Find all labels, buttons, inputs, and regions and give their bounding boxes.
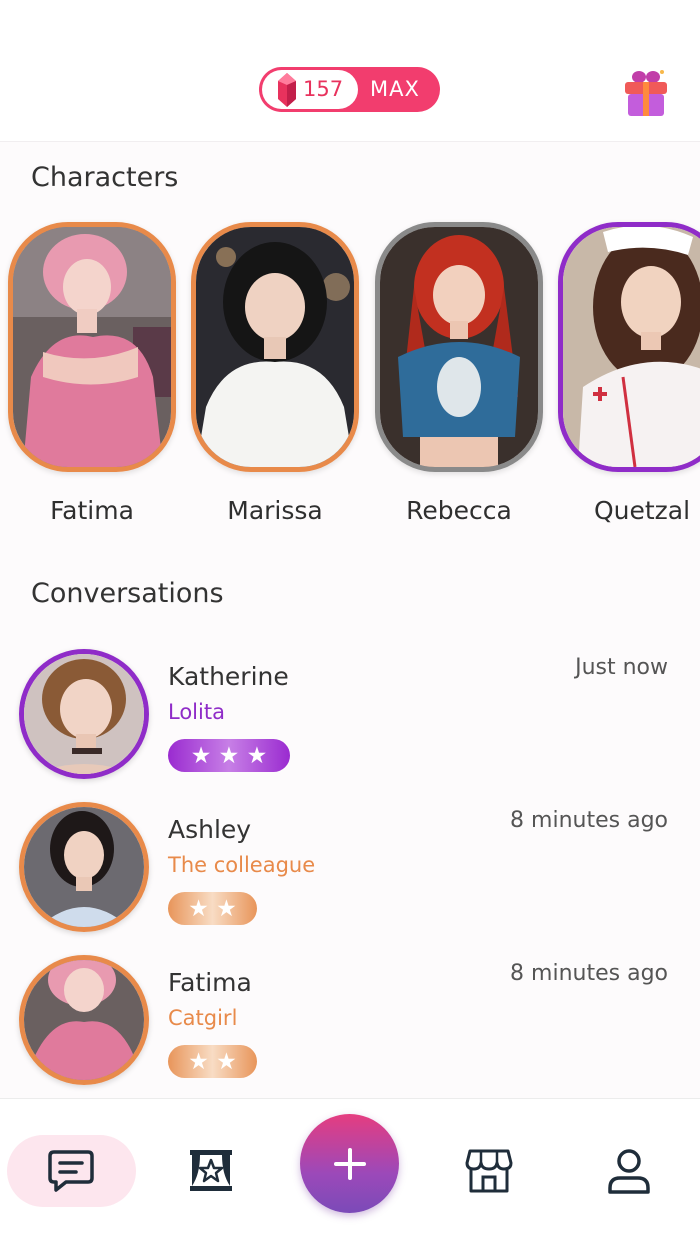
conversation-time: 8 minutes ago (510, 961, 668, 986)
plus-icon (333, 1147, 366, 1180)
conversation-name: Fatima (168, 968, 252, 997)
conversation-role: Catgirl (168, 1006, 238, 1030)
top-bar: 157 MAX (0, 0, 700, 142)
characters-title: Characters (31, 162, 179, 193)
conversation-item-fatima[interactable]: Fatima Catgirl ★ ★ 8 minutes ago (0, 954, 700, 1094)
store-icon[interactable] (464, 1145, 514, 1195)
avatar (19, 802, 149, 932)
gift-icon[interactable] (622, 68, 670, 118)
conversation-item-ashley[interactable]: Ashley The colleague ★ ★ 8 minutes ago (0, 801, 700, 941)
conversation-name: Katherine (168, 662, 289, 691)
character-portrait (13, 227, 171, 467)
character-portrait (380, 227, 538, 467)
gem-icon (278, 73, 296, 107)
conversation-time: 8 minutes ago (510, 808, 668, 833)
avatar (19, 955, 149, 1085)
create-character-button[interactable] (300, 1114, 399, 1213)
profile-icon[interactable] (604, 1146, 654, 1196)
star-rating-badge: ★ ★ ★ (168, 739, 290, 772)
character-name: Marissa (227, 496, 323, 525)
avatar-portrait (24, 654, 144, 774)
character-name: Quetzal (593, 496, 691, 525)
conversation-name: Ashley (168, 815, 252, 844)
chat-icon[interactable] (46, 1146, 96, 1196)
character-card-marissa[interactable] (191, 222, 359, 472)
star-rating-badge: ★ ★ (168, 892, 257, 925)
conversations-title: Conversations (31, 578, 224, 609)
character-portrait (563, 227, 700, 467)
character-portrait (196, 227, 354, 467)
conversation-item-katherine[interactable]: Katherine Lolita ★ ★ ★ Just now (0, 648, 700, 788)
avatar (19, 649, 149, 779)
conversation-role: Lolita (168, 700, 225, 724)
character-card-quetzal[interactable] (558, 222, 700, 472)
character-card-fatima[interactable] (8, 222, 176, 472)
character-card-rebecca[interactable] (375, 222, 543, 472)
character-name: Fatima (50, 496, 134, 525)
bottom-nav (0, 1098, 700, 1244)
gem-count: 157 (303, 77, 344, 101)
stage-icon[interactable] (186, 1146, 236, 1196)
character-name: Rebecca (406, 496, 512, 525)
max-label[interactable]: MAX (370, 77, 420, 101)
conversation-role: The colleague (168, 853, 316, 877)
avatar-portrait (24, 960, 144, 1080)
star-rating-badge: ★ ★ (168, 1045, 257, 1078)
avatar-portrait (24, 807, 144, 927)
conversation-time: Just now (575, 655, 668, 680)
